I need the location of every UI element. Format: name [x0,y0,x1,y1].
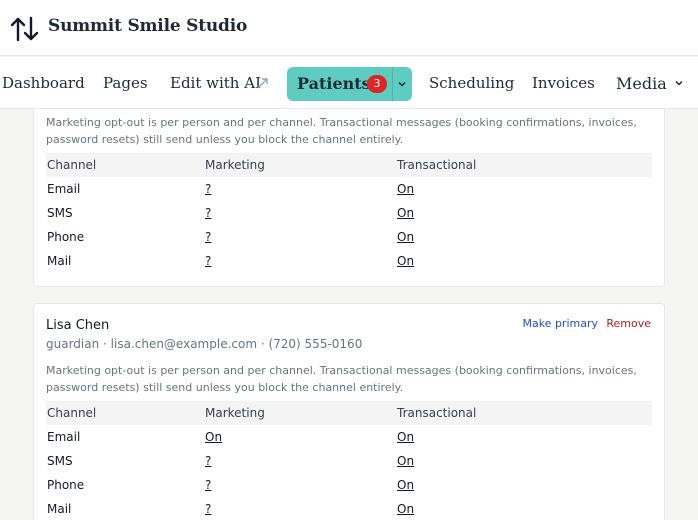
column-header-marketing: Marketing [205,158,265,172]
marketing-toggle[interactable]: ? [205,230,211,244]
make-primary-button[interactable]: Make primary [522,317,598,330]
patients-count-badge: 3 [367,75,387,93]
channel-cell: Email [47,430,81,444]
table-header: Channel Marketing Transactional [46,153,652,177]
table-row: Mail ? On [46,249,652,273]
transactional-toggle[interactable]: On [397,502,414,516]
marketing-toggle[interactable]: ? [205,254,211,268]
table-row: Email On On [46,425,652,449]
sort-arrows-icon[interactable] [10,16,40,42]
channel-table: Channel Marketing Transactional Email On… [46,401,652,520]
marketing-toggle[interactable]: ? [205,182,211,196]
opt-out-note: Marketing opt-out is per person and per … [46,116,637,146]
channel-cell: Mail [47,502,72,516]
split-divider [392,67,393,101]
marketing-toggle[interactable]: On [205,430,222,444]
channel-cell: Mail [47,254,72,268]
table-row: Mail ? On [46,497,652,520]
opt-out-note: Marketing opt-out is per person and per … [46,364,637,394]
table-row: Phone ? On [46,473,652,497]
transactional-toggle[interactable]: On [397,454,414,468]
channel-cell: Phone [47,230,85,244]
transactional-toggle[interactable]: On [397,254,414,268]
remove-button[interactable]: Remove [606,317,651,330]
nav-item-scheduling[interactable]: Scheduling [429,74,514,92]
nav-item-patients[interactable]: Patients 3 [287,67,412,101]
nav-item-invoices[interactable]: Invoices [532,74,595,92]
main-nav: Dashboard Pages Edit with AI Patients 3 … [0,57,698,109]
channel-table: Channel Marketing Transactional Email ? … [46,153,652,273]
nav-item-media[interactable]: Media [616,74,667,93]
channel-cell: Phone [47,478,85,492]
table-header: Channel Marketing Transactional [46,401,652,425]
nav-item-edit-with-ai[interactable]: Edit with AI [170,74,261,92]
chevron-down-icon[interactable] [397,79,407,89]
table-row: Email ? On [46,177,652,201]
channel-cell: Email [47,182,81,196]
table-row: SMS ? On [46,449,652,473]
top-bar: Summit Smile Studio [0,0,698,56]
table-row: Phone ? On [46,225,652,249]
column-header-marketing: Marketing [205,406,265,420]
nav-item-dashboard[interactable]: Dashboard [2,74,85,92]
transactional-toggle[interactable]: On [397,478,414,492]
channel-cell: SMS [47,206,73,220]
chevron-down-icon[interactable] [674,78,684,88]
marketing-toggle[interactable]: ? [205,478,211,492]
marketing-toggle[interactable]: ? [205,454,211,468]
marketing-toggle[interactable]: ? [205,502,211,516]
brand-name[interactable]: Summit Smile Studio [48,16,247,36]
nav-item-patients-label: Patients [297,74,371,93]
channel-cell: SMS [47,454,73,468]
transactional-toggle[interactable]: On [397,182,414,196]
table-row: SMS ? On [46,201,652,225]
column-header-transactional: Transactional [397,406,477,420]
external-arrow-icon [257,78,268,89]
transactional-toggle[interactable]: On [397,430,414,444]
transactional-toggle[interactable]: On [397,206,414,220]
contact-card: Lisa Chen guardian · lisa.chen@example.c… [33,303,665,520]
contact-name: Lisa Chen [46,318,110,333]
transactional-toggle[interactable]: On [397,230,414,244]
contact-card: Marketing opt-out is per person and per … [33,88,665,287]
contact-meta: guardian · lisa.chen@example.com · (720)… [46,337,363,351]
column-header-channel: Channel [47,406,97,420]
column-header-transactional: Transactional [397,158,477,172]
column-header-channel: Channel [47,158,97,172]
marketing-toggle[interactable]: ? [205,206,211,220]
nav-item-pages[interactable]: Pages [103,74,148,92]
